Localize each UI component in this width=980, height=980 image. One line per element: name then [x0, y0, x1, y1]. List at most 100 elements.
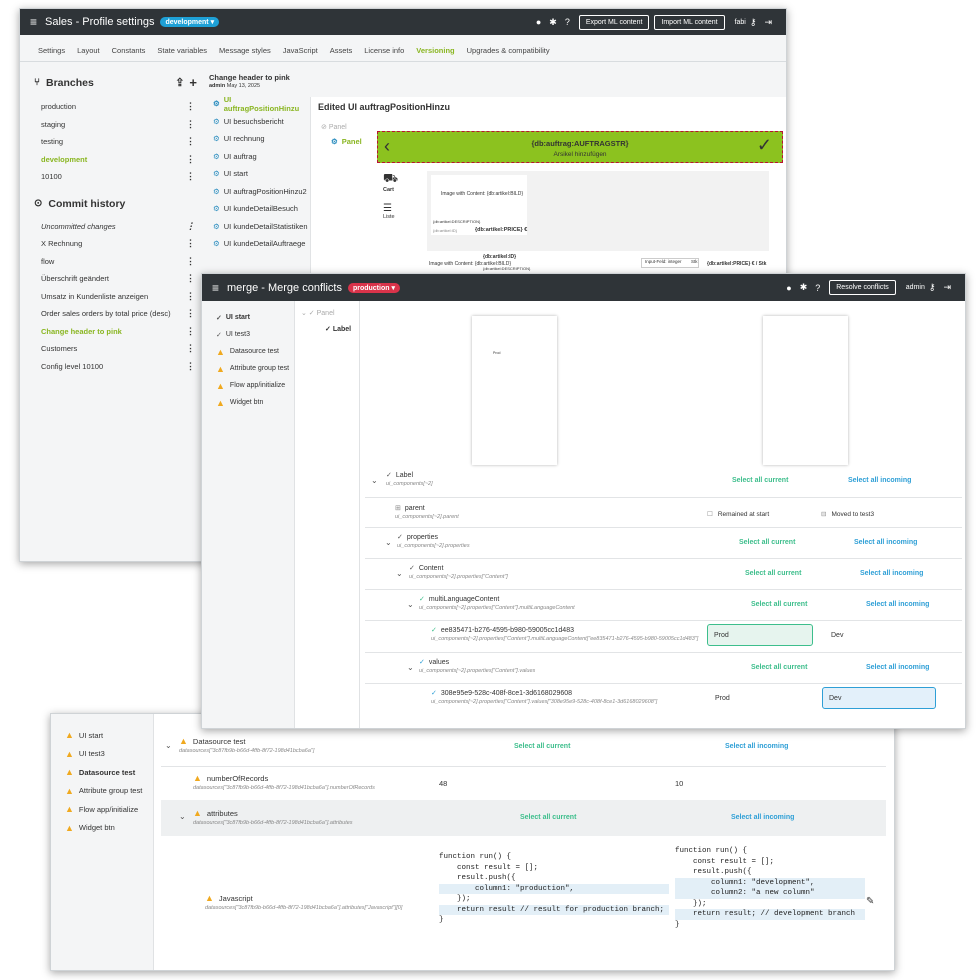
nav-item-ui-test3[interactable]: ✓ UI test3	[202, 326, 294, 343]
logout-icon[interactable]: ⇥	[764, 17, 772, 28]
current-value[interactable]: Prod	[715, 695, 730, 702]
export-ml-button[interactable]: Export ML content	[578, 14, 650, 30]
nav-item-attribute-group-test[interactable]: ▲ Attribute group test	[51, 782, 153, 801]
cart-icon[interactable]: ⛟	[383, 171, 399, 187]
chevron-down-icon[interactable]: ⌄	[371, 476, 378, 485]
tab-versioning[interactable]: Versioning	[410, 42, 460, 61]
logout-icon[interactable]: ⇥	[943, 282, 951, 293]
current-value[interactable]: 48	[439, 779, 447, 788]
nav-item-flow-app-initialize[interactable]: ▲ Flow app/initialize	[202, 377, 294, 394]
nav-item-ui-start[interactable]: ▲ UI start	[51, 726, 153, 745]
ui-item[interactable]: ⚙ UI besuchsbericht	[213, 113, 308, 131]
select-all-current-button[interactable]: Select all current	[732, 477, 788, 484]
ui-item[interactable]: ⚙ UI kundeDetailAuftraege	[213, 235, 308, 253]
more-icon[interactable]: ⋮	[186, 101, 197, 112]
commit-item[interactable]: flow ⋮	[32, 253, 197, 271]
more-icon[interactable]: ⋮	[186, 171, 197, 182]
nav-item-attribute-group-test[interactable]: ▲ Attribute group test	[202, 360, 294, 377]
more-icon[interactable]: ⋮	[186, 361, 197, 372]
ui-item[interactable]: ⚙ UI kundeDetailStatistiken	[213, 218, 308, 236]
chat-icon[interactable]: ●	[536, 17, 541, 27]
key-icon[interactable]: ⚷	[750, 17, 757, 28]
import-ml-button[interactable]: Import ML content	[654, 14, 725, 30]
select-all-incoming-button[interactable]: Select all incoming	[866, 664, 929, 671]
menu-icon[interactable]: ≡	[30, 15, 37, 29]
more-icon[interactable]: ⋮	[186, 308, 197, 319]
tab-constants[interactable]: Constants	[106, 42, 152, 61]
edit-icon[interactable]: ✎	[866, 896, 874, 907]
select-all-current-button[interactable]: Select all current	[751, 664, 807, 671]
more-icon[interactable]: ⋮	[186, 273, 197, 284]
branch-item[interactable]: 10100 ⋮	[32, 168, 197, 186]
ui-item[interactable]: ⚙ UI kundeDetailBesuch	[213, 200, 308, 218]
incoming-value-selected[interactable]: Dev	[822, 687, 936, 709]
ui-item[interactable]: ⚙ UI rechnung	[213, 130, 308, 148]
commit-item[interactable]: Überschrift geändert ⋮	[32, 270, 197, 288]
incoming-value[interactable]: Dev	[831, 632, 843, 639]
commit-item[interactable]: X Rechnung ⋮	[32, 235, 197, 253]
key-icon[interactable]: ⚷	[929, 282, 936, 293]
ui-item[interactable]: ⚙ UI start	[213, 165, 308, 183]
incoming-option[interactable]: ⊟ Moved to test3	[821, 510, 874, 518]
branch-badge[interactable]: development ▾	[160, 17, 220, 27]
select-all-incoming-button[interactable]: Select all incoming	[860, 570, 923, 577]
more-icon[interactable]: ⋮	[186, 119, 197, 130]
chevron-down-icon[interactable]: ⌄	[407, 600, 414, 609]
chat-icon[interactable]: ●	[786, 283, 791, 293]
more-icon[interactable]: ⋮	[186, 343, 197, 354]
commit-item[interactable]: Customers ⋮	[32, 340, 197, 358]
commit-item-active[interactable]: Change header to pink ⋮	[32, 323, 197, 341]
tab-message-styles[interactable]: Message styles	[213, 42, 277, 61]
more-icon[interactable]: ⋮	[186, 291, 197, 302]
select-all-incoming-button[interactable]: Select all incoming	[866, 601, 929, 608]
nav-item-flow-app-initialize[interactable]: ▲ Flow app/initialize	[51, 800, 153, 819]
tab-layout[interactable]: Layout	[71, 42, 106, 61]
select-all-incoming-button[interactable]: Select all incoming	[848, 477, 911, 484]
tab-javascript[interactable]: JavaScript	[277, 42, 324, 61]
tree-item-panel-active[interactable]: ⚙ Panel	[331, 137, 362, 146]
user-name[interactable]: fabi	[735, 19, 746, 26]
tab-assets[interactable]: Assets	[324, 42, 359, 61]
more-icon[interactable]: ⋮	[186, 221, 197, 232]
more-icon[interactable]: ⋮	[186, 154, 197, 165]
select-all-incoming-button[interactable]: Select all incoming	[731, 814, 794, 821]
tab-license-info[interactable]: License info	[358, 42, 410, 61]
nav-item-widget-btn[interactable]: ▲ Widget btn	[202, 394, 294, 411]
select-all-incoming-button[interactable]: Select all incoming	[725, 743, 788, 750]
commit-item[interactable]: Umsatz in Kundenliste anzeigen ⋮	[32, 288, 197, 306]
select-all-current-button[interactable]: Select all current	[514, 743, 570, 750]
menu-icon[interactable]: ≡	[212, 281, 219, 295]
tab-settings[interactable]: Settings	[32, 42, 71, 61]
code-current[interactable]: function run() { const result = []; resu…	[439, 852, 669, 926]
branch-item[interactable]: production ⋮	[32, 98, 197, 116]
tree-item-panel[interactable]: ⌄ ✓ Panel	[295, 309, 359, 325]
current-option[interactable]: ☐ Remained at start	[707, 510, 769, 518]
commit-item[interactable]: Order sales orders by total price (desc)…	[32, 305, 197, 323]
branch-item[interactable]: testing ⋮	[32, 133, 197, 151]
nav-item-ui-test3[interactable]: ▲ UI test3	[51, 745, 153, 764]
help-icon[interactable]: ?	[565, 17, 570, 27]
branch-badge[interactable]: production ▾	[347, 282, 400, 293]
more-icon[interactable]: ⋮	[186, 238, 197, 249]
user-name[interactable]: admin	[906, 284, 925, 291]
chevron-down-icon[interactable]: ⌄	[407, 663, 414, 672]
select-all-current-button[interactable]: Select all current	[745, 570, 801, 577]
chevron-down-icon[interactable]: ⌄	[179, 812, 186, 821]
select-all-incoming-button[interactable]: Select all incoming	[854, 539, 917, 546]
ui-item[interactable]: ⚙ UI auftrag	[213, 148, 308, 166]
upload-icon[interactable]: ⇪	[175, 76, 184, 89]
ui-item[interactable]: ⚙ UI auftragPositionHinzu2	[213, 183, 308, 201]
tab-state-variables[interactable]: State variables	[151, 42, 213, 61]
more-icon[interactable]: ⋮	[186, 256, 197, 267]
tree-item-panel[interactable]: ⊘ Panel	[321, 123, 347, 131]
code-incoming[interactable]: function run() { const result = []; resu…	[675, 846, 865, 930]
check-icon[interactable]: ✓	[757, 135, 772, 156]
more-icon[interactable]: ⋮	[186, 326, 197, 337]
bug-icon[interactable]: ✱	[549, 17, 557, 28]
chevron-down-icon[interactable]: ⌄	[165, 741, 172, 750]
tree-item-label[interactable]: ✓ Label	[295, 325, 359, 341]
commit-item[interactable]: Config level 10100 ⋮	[32, 358, 197, 376]
chevron-down-icon[interactable]: ⌄	[396, 569, 403, 578]
commit-item[interactable]: Uncommitted changes ⋮	[32, 218, 197, 236]
tab-upgrades[interactable]: Upgrades & compatibility	[461, 42, 556, 61]
